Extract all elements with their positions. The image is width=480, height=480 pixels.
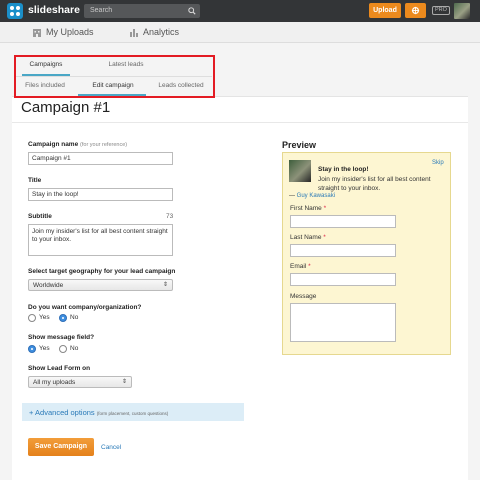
save-campaign-button[interactable]: Save Campaign bbox=[28, 438, 94, 456]
skip-link[interactable]: Skip bbox=[432, 160, 444, 166]
nav-my-uploads[interactable]: My Uploads bbox=[32, 26, 102, 40]
required-mark: * bbox=[323, 234, 326, 241]
advanced-options-label: + Advanced options bbox=[29, 408, 95, 417]
title-divider bbox=[12, 122, 468, 123]
campaign-name-hint: (for your reference) bbox=[80, 142, 128, 148]
campaign-name-input[interactable]: Campaign #1 bbox=[28, 152, 173, 165]
search-placeholder: Search bbox=[90, 7, 113, 14]
geography-select-value: Worldwide bbox=[33, 282, 64, 289]
tabs-highlight-box bbox=[14, 55, 215, 98]
message-yes-radio[interactable] bbox=[28, 345, 36, 353]
preview-headline: Stay in the loop! bbox=[318, 166, 369, 173]
first-name-label-text: First Name bbox=[290, 205, 322, 212]
building-icon bbox=[33, 29, 41, 37]
required-mark: * bbox=[323, 205, 327, 212]
geography-label: Select target geography for your lead ca… bbox=[28, 268, 176, 275]
message-no-label: No bbox=[70, 345, 79, 352]
cancel-link[interactable]: Cancel bbox=[101, 444, 121, 451]
user-avatar[interactable] bbox=[454, 3, 470, 19]
bar-chart-icon bbox=[130, 29, 138, 37]
advanced-options-hint: (form placement, custom questions) bbox=[96, 411, 169, 416]
author-dash: — bbox=[289, 193, 295, 199]
select-arrows-icon: ⇕ bbox=[162, 282, 168, 288]
advanced-options-bar[interactable]: + Advanced options (form placement, cust… bbox=[22, 403, 244, 421]
top-bar: slideshare Search Upload PRO bbox=[0, 0, 480, 22]
nav-analytics-label: Analytics bbox=[143, 27, 180, 37]
required-mark: * bbox=[308, 263, 311, 270]
email-input[interactable] bbox=[290, 273, 396, 286]
company-yes-label: Yes bbox=[39, 314, 50, 321]
secondary-nav: My Uploads Analytics bbox=[0, 22, 480, 43]
message-yes-label: Yes bbox=[39, 345, 50, 352]
clipper-button[interactable] bbox=[405, 3, 426, 18]
first-name-input[interactable] bbox=[290, 215, 396, 228]
select-arrows-icon: ⇕ bbox=[121, 379, 127, 385]
subtitle-textarea[interactable]: Join my insider's list for all best cont… bbox=[28, 224, 173, 256]
title-label: Title bbox=[28, 177, 42, 184]
last-name-input[interactable] bbox=[290, 244, 396, 257]
campaign-name-label: Campaign name (for your reference) bbox=[28, 141, 127, 148]
campaign-name-label-text: Campaign name bbox=[28, 141, 79, 148]
company-label: Do you want company/organization? bbox=[28, 304, 142, 311]
pro-badge: PRO bbox=[432, 6, 450, 15]
search-icon[interactable] bbox=[188, 7, 196, 15]
preview-title: Preview bbox=[282, 140, 317, 150]
last-name-label-text: Last Name bbox=[290, 234, 322, 241]
message-label: Message bbox=[290, 293, 317, 300]
message-no-radio[interactable] bbox=[59, 345, 67, 353]
first-name-label: First Name * bbox=[290, 205, 326, 212]
page-title: Campaign #1 bbox=[21, 99, 111, 116]
message-field-label: Show message field? bbox=[28, 334, 95, 341]
company-no-radio[interactable] bbox=[59, 314, 67, 322]
search-input[interactable]: Search bbox=[84, 4, 200, 18]
author-avatar bbox=[289, 160, 311, 182]
brand-name[interactable]: slideshare bbox=[28, 4, 80, 16]
company-no-label: No bbox=[70, 314, 79, 321]
message-textarea[interactable] bbox=[290, 303, 396, 342]
title-input[interactable]: Stay in the loop! bbox=[28, 188, 173, 201]
show-on-label: Show Lead Form on bbox=[28, 365, 91, 372]
nav-analytics[interactable]: Analytics bbox=[129, 26, 189, 40]
preview-author: — Guy Kawasaki bbox=[289, 193, 335, 199]
slideshare-logo-icon[interactable] bbox=[7, 3, 23, 19]
company-yes-radio[interactable] bbox=[28, 314, 36, 322]
geography-select[interactable]: Worldwide ⇕ bbox=[28, 279, 173, 291]
show-on-select[interactable]: All my uploads ⇕ bbox=[28, 376, 132, 388]
preview-body: Join my insider's list for all best cont… bbox=[318, 176, 431, 192]
last-name-label: Last Name * bbox=[290, 234, 326, 241]
email-label-text: Email bbox=[290, 263, 307, 270]
show-on-select-value: All my uploads bbox=[33, 379, 76, 386]
email-label: Email * bbox=[290, 263, 311, 270]
subtitle-char-counter: 73 bbox=[166, 213, 174, 220]
subtitle-label: Subtitle bbox=[28, 213, 52, 220]
advanced-options-toggle[interactable]: + Advanced options (form placement, cust… bbox=[29, 408, 168, 417]
clipper-icon bbox=[411, 6, 420, 15]
author-link[interactable]: Guy Kawasaki bbox=[297, 193, 335, 199]
upload-button[interactable]: Upload bbox=[369, 3, 401, 18]
nav-my-uploads-label: My Uploads bbox=[46, 27, 94, 37]
